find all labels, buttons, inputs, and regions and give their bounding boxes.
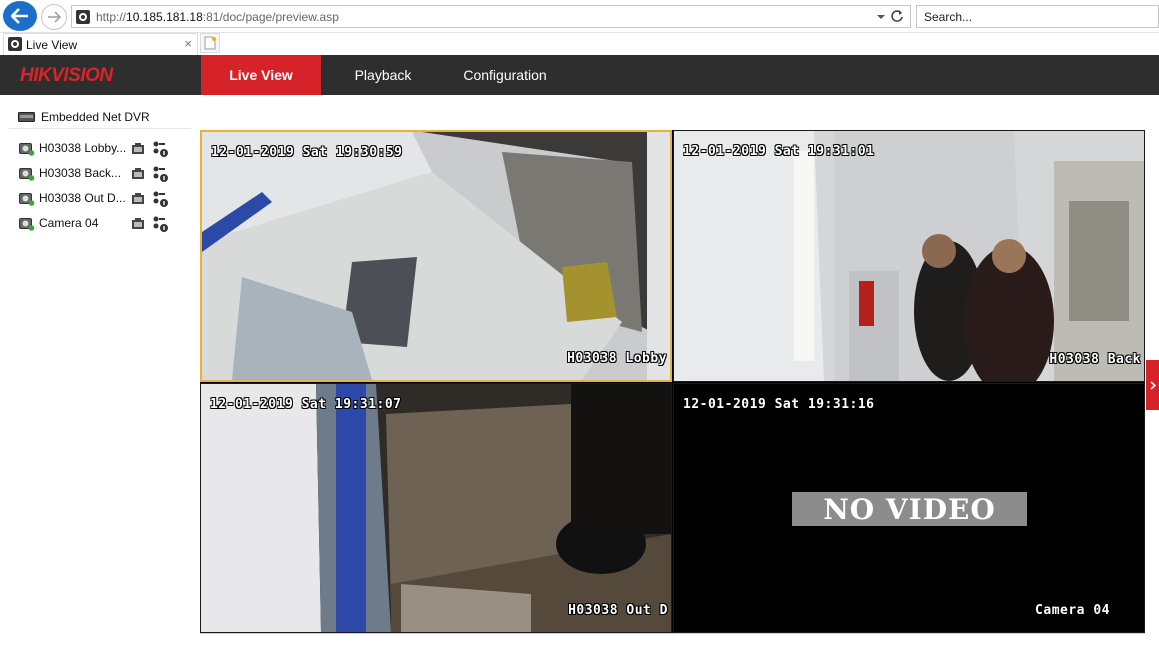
camera-item-3[interactable]: H03038 Out D... <box>19 189 179 209</box>
ptz-control-icon[interactable] <box>153 215 169 233</box>
device-label: Embedded Net DVR <box>41 110 150 124</box>
camera-icon <box>19 218 35 231</box>
camera-feed-image <box>202 132 670 380</box>
hikvision-logo: HIKVISION <box>20 65 113 86</box>
nav-live-view[interactable]: Live View <box>201 55 321 95</box>
forward-button[interactable] <box>41 4 67 30</box>
record-icon[interactable] <box>131 193 145 205</box>
no-video-indicator: NO VIDEO <box>792 492 1027 526</box>
camera-feed-image <box>201 384 671 632</box>
tab-title: Live View <box>26 38 78 52</box>
record-icon[interactable] <box>131 143 145 155</box>
ptz-control-icon[interactable] <box>153 165 169 183</box>
nav-playback[interactable]: Playback <box>330 55 436 95</box>
live-view-grid: 12-01-2019 Sat 19:30:59 H03038 Lobby 12-… <box>200 130 1145 633</box>
camera-icon <box>19 193 35 206</box>
refresh-icon[interactable] <box>890 9 904 23</box>
chevron-down-icon[interactable] <box>876 10 886 24</box>
search-placeholder: Search... <box>924 10 973 24</box>
preview-toolbar <box>200 633 1145 646</box>
ptz-control-icon[interactable] <box>153 190 169 208</box>
ptz-control-icon[interactable] <box>153 140 169 158</box>
address-bar[interactable]: http://10.185.181.18:81/doc/page/preview… <box>71 5 911 28</box>
browser-toolbar: http://10.185.181.18:81/doc/page/preview… <box>0 0 1159 33</box>
app-nav-bar: HIKVISION Live View Playback Configurati… <box>0 55 1159 95</box>
device-tree-sidebar: Embedded Net DVR H03038 Lobby... H03038 … <box>0 95 200 646</box>
nav-configuration[interactable]: Configuration <box>446 55 564 95</box>
search-input[interactable]: Search... <box>916 5 1159 28</box>
new-tab-button[interactable] <box>200 33 220 53</box>
record-icon[interactable] <box>131 218 145 230</box>
osd-timestamp: 12-01-2019 Sat 19:30:59 <box>211 145 403 160</box>
back-arrow-icon <box>11 8 28 24</box>
camera-feed-image <box>674 131 1144 381</box>
camera-icon <box>19 168 35 181</box>
record-icon[interactable] <box>131 168 145 180</box>
osd-timestamp: 12-01-2019 Sat 19:31:16 <box>683 397 875 412</box>
camera-label: H03038 Back... <box>39 166 122 180</box>
camera-label: Camera 04 <box>39 216 99 230</box>
expand-panel-handle[interactable] <box>1146 360 1159 410</box>
video-pane-3[interactable]: 12-01-2019 Sat 19:31:07 H03038 Out D <box>200 383 672 633</box>
osd-camera-name: H03038 Back <box>1049 352 1141 367</box>
site-favicon-icon <box>8 37 22 51</box>
chevron-right-icon <box>1150 380 1156 390</box>
forward-arrow-icon <box>48 11 61 23</box>
dvr-device-icon <box>18 112 35 122</box>
camera-icon <box>19 143 35 156</box>
osd-camera-name: H03038 Out D <box>568 603 668 618</box>
new-tab-icon <box>204 36 216 50</box>
camera-item-4[interactable]: Camera 04 <box>19 214 179 234</box>
osd-camera-name: Camera 04 <box>1035 603 1110 618</box>
camera-item-1[interactable]: H03038 Lobby... <box>19 139 179 159</box>
video-pane-4[interactable]: 12-01-2019 Sat 19:31:16 NO VIDEO Camera … <box>673 383 1145 633</box>
tab-live-view[interactable]: Live View × <box>3 33 198 55</box>
device-tree-root[interactable]: Embedded Net DVR <box>9 107 191 129</box>
camera-item-2[interactable]: H03038 Back... <box>19 164 179 184</box>
osd-camera-name: H03038 Lobby <box>567 351 667 366</box>
video-pane-2[interactable]: 12-01-2019 Sat 19:31:01 H03038 Back <box>673 130 1145 382</box>
osd-timestamp: 12-01-2019 Sat 19:31:01 <box>683 144 875 159</box>
site-favicon-icon <box>76 10 90 24</box>
browser-tab-strip: Live View × <box>0 33 1159 55</box>
back-button[interactable] <box>3 1 37 31</box>
osd-timestamp: 12-01-2019 Sat 19:31:07 <box>210 397 402 412</box>
tab-close-icon[interactable]: × <box>184 36 192 51</box>
address-url[interactable]: http://10.185.181.18:81/doc/page/preview… <box>96 10 339 24</box>
video-pane-1[interactable]: 12-01-2019 Sat 19:30:59 H03038 Lobby <box>200 130 672 382</box>
camera-label: H03038 Out D... <box>39 191 126 205</box>
camera-label: H03038 Lobby... <box>39 141 127 155</box>
